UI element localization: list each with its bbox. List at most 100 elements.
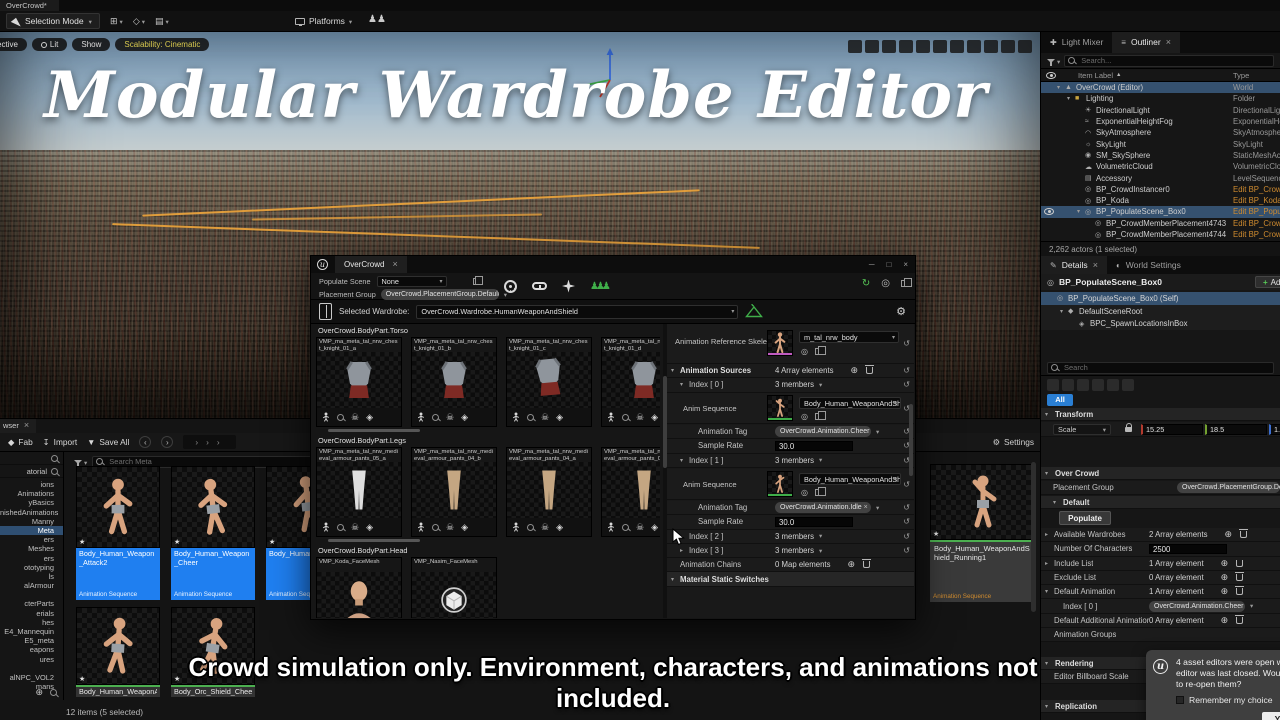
chevron-down-icon[interactable]: ▾ [876,504,879,512]
filter-button[interactable] [74,457,87,467]
bodypart-card[interactable]: VMP_ma_meta_tal_nrw_chest_knight_01_d ☠ … [601,337,660,427]
outliner-row[interactable]: ▾ ◎ BP_PopulateScene_Box0 Edit BP_Popula… [1041,206,1280,217]
selection-mode-dropdown[interactable]: Selection Mode [6,13,100,29]
chevron-down-icon[interactable]: ▾ [876,428,879,436]
maximize-button[interactable]: □ [886,260,891,269]
asset-thumbnail[interactable] [76,466,160,548]
text-item[interactable] [1047,379,1059,391]
sources-search[interactable] [0,452,63,465]
trash-icon[interactable] [1236,588,1243,595]
animate-person-icon[interactable] [322,412,330,422]
scrollbar[interactable] [1031,462,1036,612]
copy-icon[interactable] [815,413,821,420]
horizontal-scrollbar[interactable] [316,539,660,543]
browse-icon[interactable]: ◎ [801,412,808,421]
value-field[interactable]: 2500 [1149,544,1227,554]
property-row[interactable]: Animation Groups [1041,628,1280,642]
toolbar-icon[interactable] [916,40,930,53]
property-row[interactable]: ▸ Available Wardrobes 2 Array elements [1041,528,1280,542]
asset-thumbnail[interactable] [930,464,1036,540]
settings-button[interactable]: ⚙Settings [993,437,1034,447]
actor-type[interactable]: Edit BP_Koda [1233,196,1280,205]
search-icon[interactable] [622,414,629,421]
actor-type[interactable]: StaticMeshActor [1233,151,1280,160]
transform-axis-dropdown[interactable]: Scale [1053,424,1111,435]
property-row[interactable]: ▸ Index [ 3 ] 3 members ▾ [667,544,914,558]
actor-type[interactable]: Edit BP_CrowdMember [1233,219,1280,228]
transform-section-header[interactable]: ▾Transform [1041,408,1280,421]
outliner-row[interactable]: ◎ BP_CrowdInstancer0 Edit BP_CrowdInstan… [1041,184,1280,195]
outliner-row[interactable]: ◎ BP_Koda Edit BP_Koda [1041,195,1280,206]
chevron-down-icon[interactable]: ▾ [819,381,822,389]
value-field[interactable]: 30.0 [775,517,853,527]
tab-world-settings[interactable]: ◐World Settings [1107,256,1190,274]
import-button[interactable]: ↧Import [43,437,77,447]
tag-chip[interactable]: OverCrowd.Animation.Cheer [1149,601,1245,612]
populate-button[interactable]: Populate [1059,511,1111,525]
content-browser-tab[interactable]: wser [0,419,36,433]
expander-icon[interactable]: ▸ [1045,531,1053,538]
overcrowd-tab[interactable]: OverCrowd [335,256,407,273]
search-icon[interactable] [50,689,57,696]
bodypart-card[interactable]: VMP_ma_meta_tal_nrw_medieval_armour_pant… [601,447,660,537]
mask-icon[interactable] [532,282,547,290]
animate-person-icon[interactable] [417,412,425,422]
asset-thumbnail[interactable] [171,466,255,548]
scalability-badge[interactable]: Scalability: Cinematic [115,38,209,51]
level-tab[interactable]: OverCrowd* [0,0,59,11]
folder-item[interactable]: ototyping [0,563,63,572]
overcrowd-section-header[interactable]: ▾Over Crowd [1041,467,1280,480]
bodypart-card-thumbnail[interactable] [317,462,401,518]
remember-checkbox[interactable] [1176,696,1184,704]
asset-tile[interactable]: Body_Human_Weapon_Attack2 Animation Sequ… [76,466,160,600]
outliner-row[interactable]: ☼ SkyLight SkyLight [1041,138,1280,149]
back-button[interactable]: ‹ [139,436,151,448]
outliner-search-input[interactable] [1064,55,1274,67]
bodypart-card-thumbnail[interactable] [602,352,660,408]
folder-item[interactable]: alNPC_VOL2 [0,673,63,682]
outliner-row[interactable]: ▾ ■ Lighting Folder [1041,93,1280,104]
add-element-icon[interactable] [1221,572,1229,583]
toolbar-icon[interactable] [882,40,896,53]
scrollbar[interactable] [663,376,667,468]
copy-icon[interactable] [815,348,821,355]
property-row[interactable]: ▾ Index [ 0 ] 3 members ▾ [667,378,914,392]
outliner-row[interactable]: ▾ ▲ OverCrowd (Editor) World [1041,82,1280,93]
material-icon[interactable]: ◈ [461,412,468,423]
placement-group-chip[interactable]: OverCrowd.PlacementGroup.Default [1177,482,1280,493]
toolbar-icon[interactable] [950,40,964,53]
crowd-icon[interactable]: ♟♟♟ [590,281,608,292]
property-row[interactable]: ▸ Index [ 2 ] 3 members ▾ [667,530,914,544]
reset-icon[interactable] [903,503,910,512]
bodypart-card[interactable]: VMP_Nasim_FaceMesh ☠ ◈ [411,557,497,618]
actor-type[interactable]: DirectionalLight [1233,106,1280,115]
bodypart-card-thumbnail[interactable] [317,572,401,618]
text-item[interactable] [213,437,220,447]
add-element-icon[interactable] [1221,615,1229,626]
folder-item[interactable]: E5_meta [0,636,63,645]
folder-item[interactable]: erials [0,609,63,618]
text-item[interactable] [1092,379,1104,391]
add-element-icon[interactable] [1221,558,1229,569]
animation-thumbnail[interactable] [767,471,793,497]
tab-light-mixer[interactable]: ✚Light Mixer [1041,32,1112,53]
lit-mode-button[interactable]: Lit [32,38,67,51]
tool-dropdown[interactable]: ◇ [133,16,145,27]
close-window-button[interactable]: × [903,260,908,269]
expander-icon[interactable]: ▾ [671,367,679,374]
text-item[interactable] [191,437,198,447]
bodypart-card[interactable]: VMP_Koda_FaceMesh ☠ ◈ [316,557,402,618]
outliner-row[interactable]: ▤ Accessory LevelSequence [1041,172,1280,183]
toolbar-icon[interactable] [899,40,913,53]
close-icon[interactable] [24,419,29,433]
folder-item[interactable]: Meta [0,526,63,535]
yes-button[interactable]: Yes [1262,712,1280,720]
chevron-down-icon[interactable]: ▾ [819,456,822,464]
bodypart-card[interactable]: VMP_ma_meta_tal_nrw_chest_knight_01_a ☠ … [316,337,402,427]
media-reel-icon[interactable] [504,280,517,293]
anim-ref-dropdown[interactable]: m_tal_nrw_body [799,331,899,343]
outliner-row[interactable]: ◉ SM_SkySphere StaticMeshActor [1041,150,1280,161]
z-value[interactable]: 1.0 [1269,424,1280,435]
text-item[interactable] [1062,379,1074,391]
toolbar-icon[interactable] [933,40,947,53]
